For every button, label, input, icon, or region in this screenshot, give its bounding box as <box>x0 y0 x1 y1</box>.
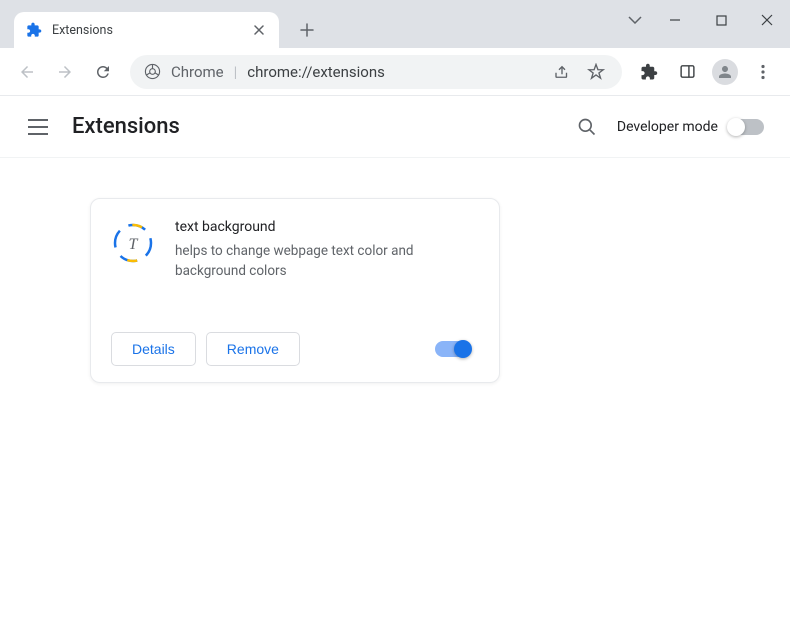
back-button[interactable] <box>10 55 44 89</box>
maximize-button[interactable] <box>698 0 744 40</box>
window-controls <box>618 0 790 40</box>
url-display: Chrome | chrome://extensions <box>171 63 385 81</box>
avatar-icon <box>712 59 738 85</box>
titlebar: Extensions <box>0 0 790 48</box>
close-tab-button[interactable] <box>251 22 267 38</box>
extension-app-icon: T <box>111 221 155 265</box>
svg-text:T: T <box>129 236 139 253</box>
details-button[interactable]: Details <box>111 332 196 366</box>
search-button[interactable] <box>567 107 607 147</box>
reload-button[interactable] <box>86 55 120 89</box>
chrome-icon <box>144 63 161 80</box>
hamburger-menu-button[interactable] <box>18 107 58 147</box>
forward-button[interactable] <box>48 55 82 89</box>
minimize-button[interactable] <box>652 0 698 40</box>
extensions-header: Extensions Developer mode <box>0 96 790 158</box>
browser-tab[interactable]: Extensions <box>14 12 279 48</box>
toolbar: Chrome | chrome://extensions <box>0 48 790 96</box>
sidepanel-icon[interactable] <box>670 55 704 89</box>
extension-name: text background <box>175 219 479 235</box>
share-icon[interactable] <box>550 60 574 84</box>
close-window-button[interactable] <box>744 0 790 40</box>
new-tab-button[interactable] <box>293 16 321 44</box>
extension-card: T text background helps to change webpag… <box>90 198 500 383</box>
url-path: chrome://extensions <box>247 63 385 81</box>
profile-button[interactable] <box>708 55 742 89</box>
developer-mode-toggle[interactable] <box>728 119 764 135</box>
extension-enable-toggle[interactable] <box>435 341 471 357</box>
url-prefix: Chrome <box>171 63 224 81</box>
menu-button[interactable] <box>746 55 780 89</box>
extension-description: helps to change webpage text color and b… <box>175 241 479 282</box>
chevron-down-icon[interactable] <box>618 0 652 40</box>
extensions-icon[interactable] <box>632 55 666 89</box>
extensions-list: T text background helps to change webpag… <box>0 158 790 423</box>
developer-mode-label: Developer mode <box>617 119 718 135</box>
puzzle-icon <box>26 22 42 38</box>
tab-title: Extensions <box>52 23 241 38</box>
bookmark-icon[interactable] <box>584 60 608 84</box>
address-bar[interactable]: Chrome | chrome://extensions <box>130 55 622 89</box>
page-title: Extensions <box>72 114 180 139</box>
remove-button[interactable]: Remove <box>206 332 300 366</box>
